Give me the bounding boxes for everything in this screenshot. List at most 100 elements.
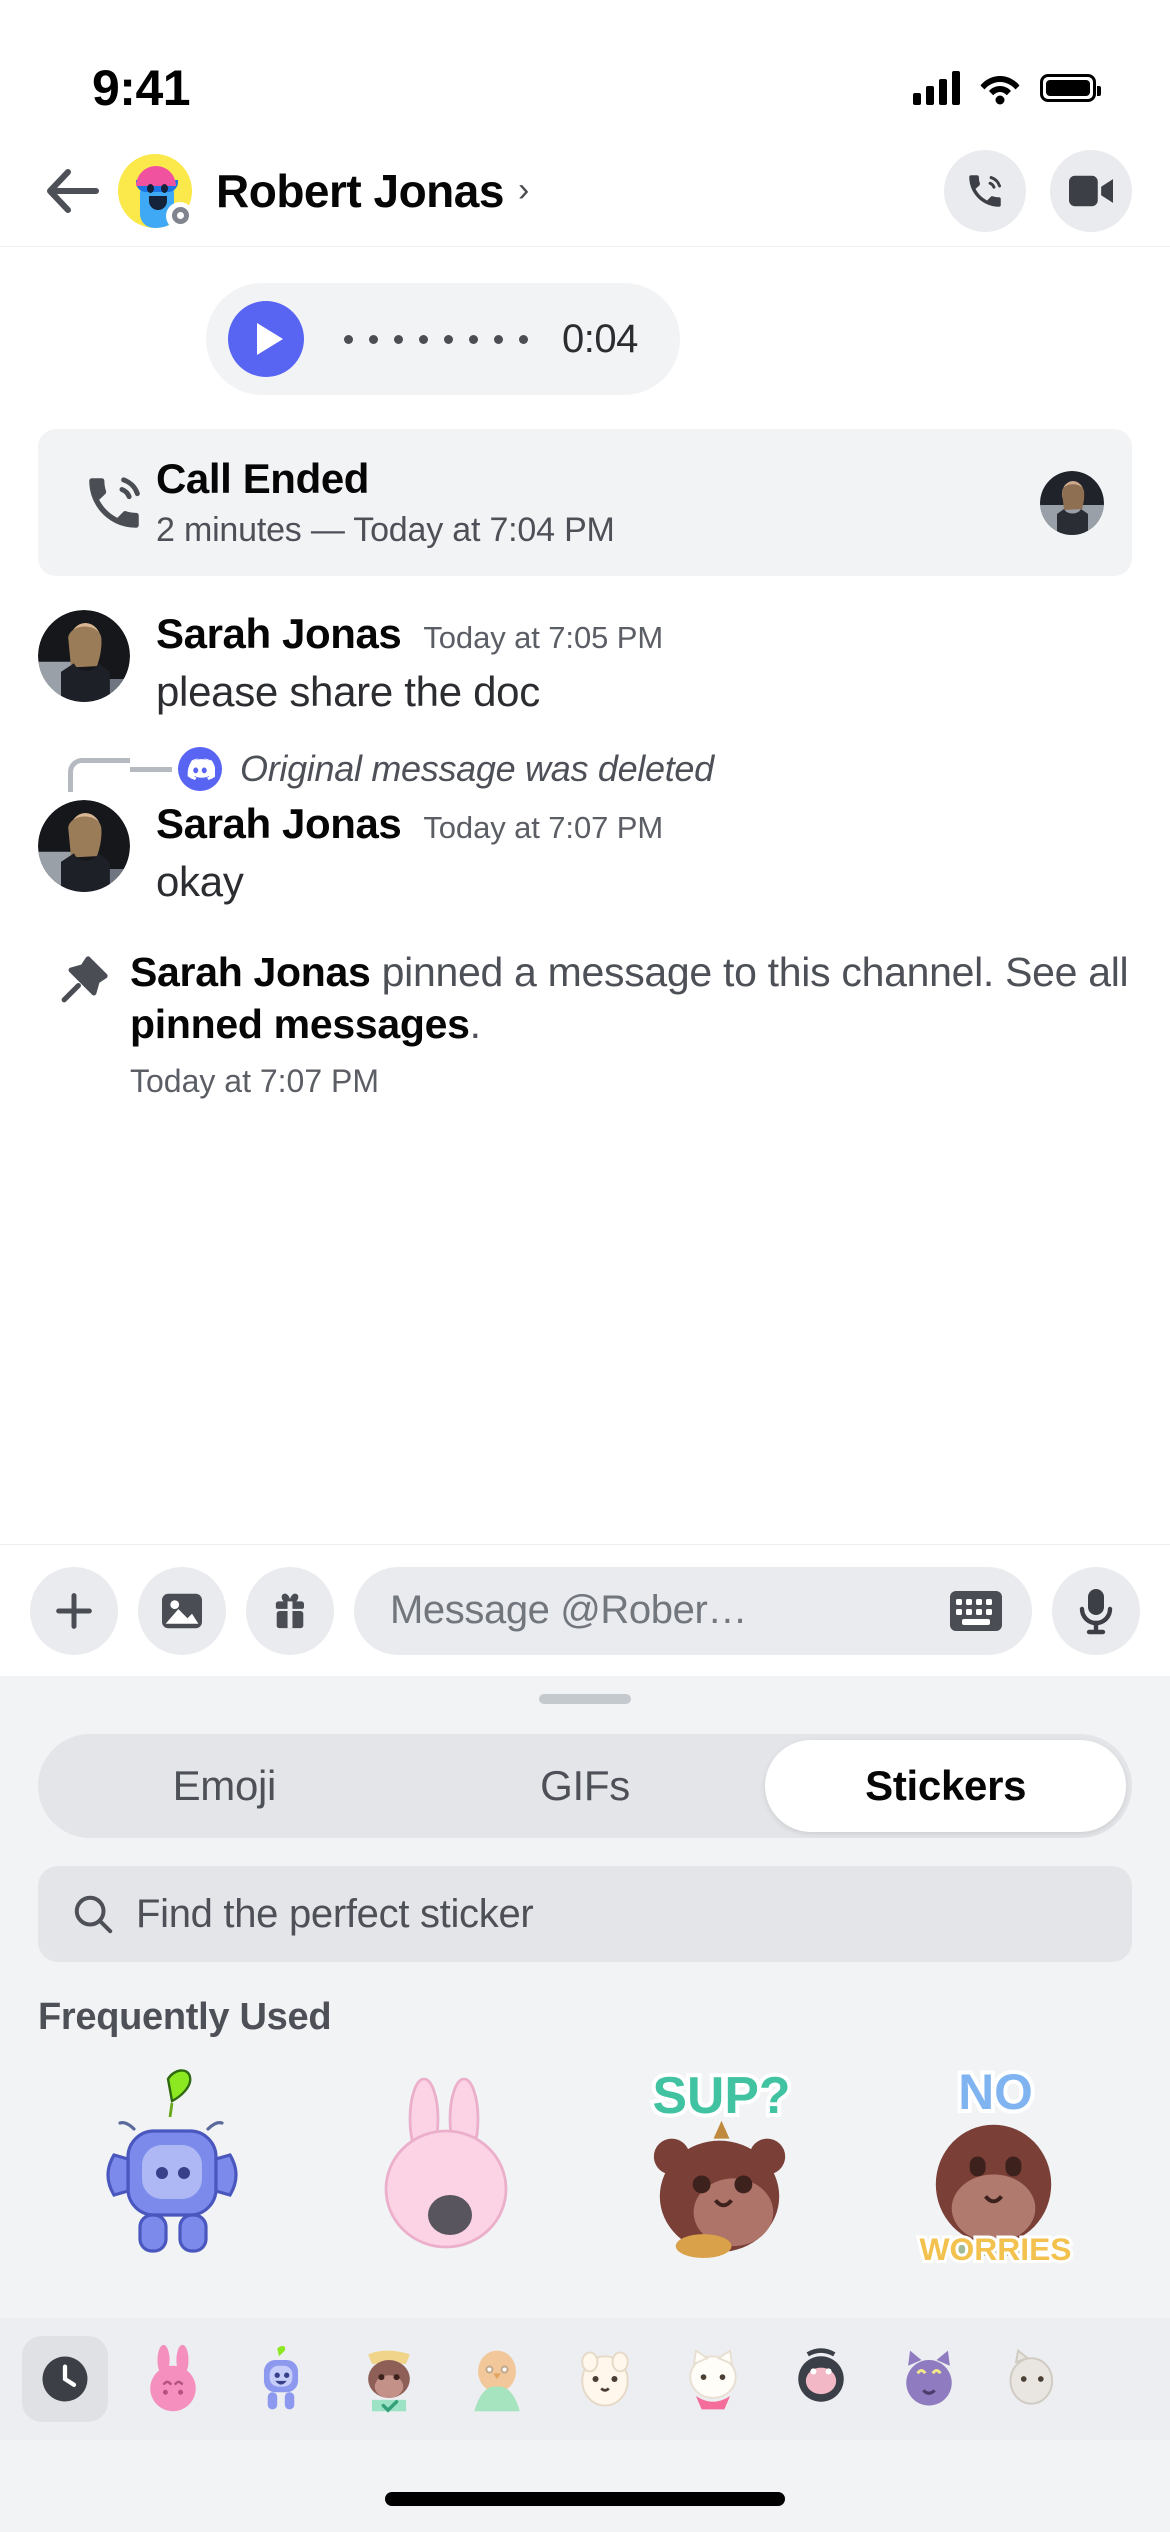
blue-wumpus-leaf-sticker xyxy=(106,2069,238,2253)
battery-icon xyxy=(1040,73,1101,102)
pinned-message-suffix: . xyxy=(469,1001,481,1048)
pin-icon xyxy=(38,946,130,1100)
message-content: Sarah Jonas Today at 7:07 PM okay xyxy=(156,800,1132,906)
page-title: Robert Jonas xyxy=(216,164,504,217)
sticker-item[interactable]: SUP? xyxy=(585,2053,859,2273)
sticker-caption-bottom: WORRIES xyxy=(919,2231,1071,2266)
reply-reference[interactable]: Original message was deleted xyxy=(0,716,1170,792)
sticker-caption-top: NO xyxy=(958,2063,1033,2119)
purple-cat-pack-icon xyxy=(906,2350,952,2406)
sticker-search-input[interactable]: Find the perfect sticker xyxy=(38,1866,1132,1962)
call-ended-subtitle: 2 minutes — Today at 7:04 PM xyxy=(156,511,615,549)
pinned-messages-link[interactable]: pinned messages xyxy=(130,1001,470,1047)
drag-handle[interactable] xyxy=(539,1694,631,1704)
reply-spine xyxy=(38,746,130,792)
sticker-item[interactable]: NO WORRIES xyxy=(859,2053,1133,2273)
message-header: Sarah Jonas Today at 7:05 PM xyxy=(156,610,1132,658)
message-input-bar: Message @Rober… xyxy=(0,1544,1170,1676)
grey-cat-pack-icon xyxy=(1009,2348,1054,2405)
play-icon xyxy=(256,323,283,355)
pinned-message-timestamp: Today at 7:07 PM xyxy=(130,1062,380,1099)
avatar[interactable] xyxy=(118,153,194,230)
message-input[interactable]: Message @Rober… xyxy=(354,1566,1032,1655)
brown-bear-sup-sticker: SUP? xyxy=(649,2061,795,2258)
add-attachment-button[interactable] xyxy=(30,1566,118,1655)
video-call-button[interactable] xyxy=(1050,149,1132,232)
message-text: please share the doc xyxy=(156,668,540,715)
call-participant-avatar xyxy=(1040,470,1104,535)
pink-bunny-sticker xyxy=(384,2077,508,2249)
pack-blue-wumpus[interactable] xyxy=(238,2336,324,2422)
message-row[interactable]: Sarah Jonas Today at 7:05 PM please shar… xyxy=(0,576,1170,716)
voice-call-button[interactable] xyxy=(944,149,1026,232)
white-hamster-pack-icon xyxy=(581,2351,629,2407)
dark-ghost-pack-icon xyxy=(798,2348,844,2402)
tab-stickers[interactable]: Stickers xyxy=(765,1740,1127,1832)
pack-purple-cat[interactable] xyxy=(886,2336,972,2422)
tab-gifs[interactable]: GIFs xyxy=(405,1740,766,1832)
avatar[interactable] xyxy=(38,800,130,892)
pinned-message-text: Sarah Jonas pinned a message to this cha… xyxy=(130,946,1132,1051)
pack-white-cat[interactable] xyxy=(670,2336,756,2422)
pack-brown-bear[interactable] xyxy=(346,2336,432,2422)
keyboard-icon xyxy=(950,1590,1002,1631)
pink-bunny-pack-icon xyxy=(150,2344,196,2412)
pinned-message-body: Sarah Jonas pinned a message to this cha… xyxy=(130,946,1132,1100)
back-button[interactable] xyxy=(42,160,104,222)
microphone-icon xyxy=(1079,1588,1113,1634)
blue-wumpus-pack-icon xyxy=(263,2346,299,2410)
pack-pink-bunny[interactable] xyxy=(130,2336,216,2422)
chat-title-group[interactable]: Robert Jonas › xyxy=(216,164,944,218)
message-text: okay xyxy=(156,858,244,905)
voice-record-button[interactable] xyxy=(1052,1566,1140,1655)
image-icon xyxy=(162,1593,202,1628)
sticker-item[interactable] xyxy=(312,2053,586,2273)
message-author: Sarah Jonas xyxy=(156,610,402,657)
call-ended-card[interactable]: Call Ended 2 minutes — Today at 7:04 PM xyxy=(38,429,1132,576)
keyboard-button[interactable] xyxy=(950,1590,1002,1631)
message-header: Sarah Jonas Today at 7:07 PM xyxy=(156,800,1132,848)
message-list[interactable]: 0:04 Call Ended 2 minutes — Today at 7:0… xyxy=(0,247,1170,1544)
brown-bear-pack-icon xyxy=(368,2350,410,2413)
app-screen: 9:41 Robert Jonas › 0:04 Call Ended 2 mi… xyxy=(0,0,1170,2532)
tab-emoji[interactable]: Emoji xyxy=(44,1740,405,1832)
green-bird-pack-icon xyxy=(474,2350,520,2412)
sticker-search-placeholder: Find the perfect sticker xyxy=(136,1891,534,1936)
pinned-message-author: Sarah Jonas xyxy=(130,949,371,995)
pinned-system-message[interactable]: Sarah Jonas pinned a message to this cha… xyxy=(0,906,1170,1100)
play-button[interactable] xyxy=(228,301,304,377)
plus-icon xyxy=(56,1592,92,1629)
white-cat-pack-icon xyxy=(689,2348,737,2410)
sticker-caption: SUP? xyxy=(653,2065,791,2123)
message-row[interactable]: Sarah Jonas Today at 7:07 PM okay xyxy=(0,792,1170,906)
brown-bear-no-worries-sticker: NO WORRIES xyxy=(916,2061,1074,2266)
gallery-button[interactable] xyxy=(138,1566,226,1655)
header-actions xyxy=(944,149,1132,232)
message-content: Sarah Jonas Today at 7:05 PM please shar… xyxy=(156,610,1132,716)
discord-logo-icon xyxy=(178,747,222,791)
phone-call-icon xyxy=(72,470,156,536)
waveform xyxy=(344,334,528,344)
message-timestamp: Today at 7:05 PM xyxy=(423,620,664,655)
wifi-icon xyxy=(978,71,1022,105)
status-bar: 9:41 xyxy=(0,0,1170,135)
pack-dark-ghost[interactable] xyxy=(778,2336,864,2422)
call-ended-text: Call Ended 2 minutes — Today at 7:04 PM xyxy=(156,455,1040,550)
status-bar-time: 9:41 xyxy=(92,59,191,116)
home-indicator xyxy=(385,2492,785,2506)
message-author: Sarah Jonas xyxy=(156,800,402,847)
pack-white-hamster[interactable] xyxy=(562,2336,648,2422)
sticker-item[interactable] xyxy=(38,2053,312,2273)
pack-grey-cat[interactable] xyxy=(994,2336,1080,2422)
picker-tabs: Emoji GIFs Stickers xyxy=(38,1734,1132,1838)
gift-button[interactable] xyxy=(246,1566,334,1655)
chevron-right-icon: › xyxy=(517,171,530,209)
sticker-pack-strip[interactable] xyxy=(0,2318,1170,2440)
pack-green-bird[interactable] xyxy=(454,2336,540,2422)
sticker-grid: SUP? NO WORRIES xyxy=(0,2039,1170,2273)
voice-duration: 0:04 xyxy=(562,316,638,361)
avatar[interactable] xyxy=(38,610,130,702)
voice-message-bubble[interactable]: 0:04 xyxy=(206,283,680,395)
pack-recent[interactable] xyxy=(22,2336,108,2422)
clock-icon xyxy=(42,2356,88,2402)
